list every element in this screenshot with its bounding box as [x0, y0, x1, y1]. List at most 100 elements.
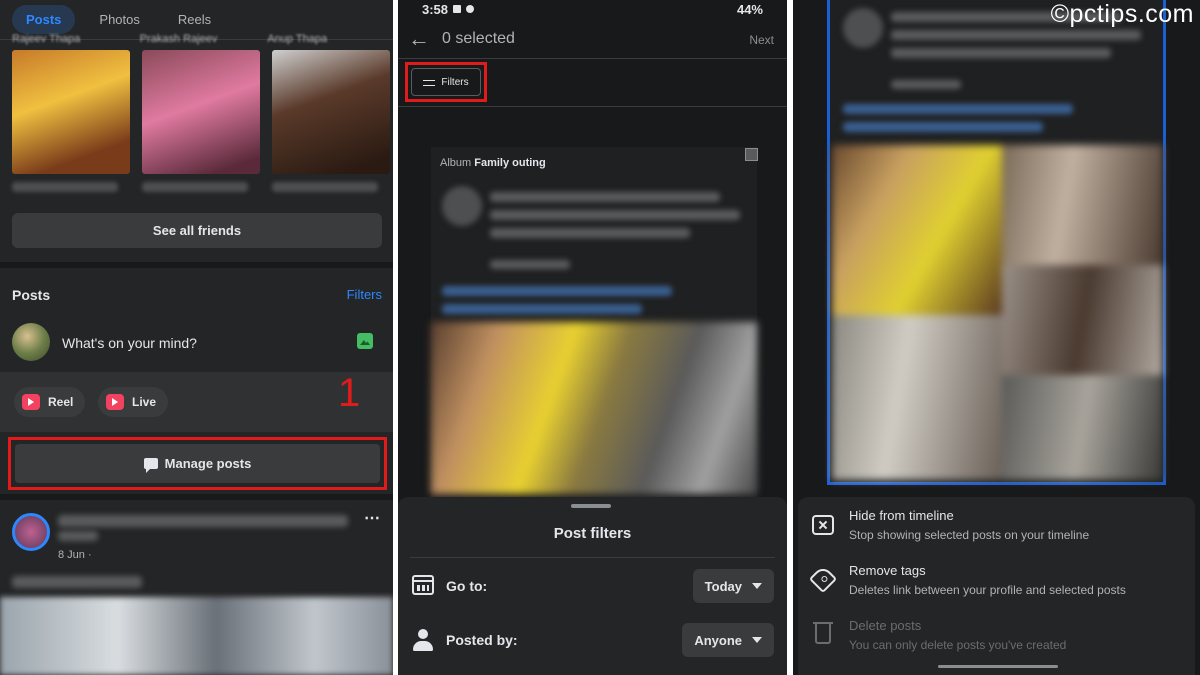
notification-icon: [453, 5, 462, 13]
friend-name: Prakash Rajeev: [139, 33, 218, 45]
posts-heading: Posts: [12, 287, 51, 303]
post-text-blurred: [490, 228, 690, 238]
toolbar-divider: [398, 106, 787, 107]
friend-name-blurred: [12, 182, 119, 192]
friends-grid: [12, 50, 390, 192]
live-button[interactable]: Live: [98, 387, 169, 417]
post-author-blurred: [58, 531, 98, 541]
post-text-blurred: [12, 576, 142, 588]
manage-posts-highlight: Manage posts: [8, 437, 387, 490]
chevron-down-icon: [752, 637, 762, 643]
action-subtitle: You can only delete posts you've created: [849, 638, 1067, 652]
mosaic-photo: [1002, 145, 1163, 265]
action-title: Delete posts: [849, 618, 922, 633]
post-author-avatar: [442, 186, 482, 226]
back-arrow-icon[interactable]: ←: [408, 26, 430, 52]
friend-name: Anup Thapa: [267, 33, 328, 45]
profile-panel: Posts Photos Reels Rajeev Thapa Prakash …: [0, 0, 393, 675]
goto-value: Today: [704, 578, 742, 594]
status-bar: 3:58 44%: [398, 0, 787, 18]
mosaic-photo: [1002, 375, 1163, 480]
chevron-down-icon: [752, 583, 762, 589]
header-divider: [398, 58, 787, 59]
post-text-blurred: [490, 260, 570, 269]
composer-input[interactable]: What's on your mind?: [62, 335, 197, 351]
live-icon: [106, 394, 124, 410]
friend-photo[interactable]: [12, 50, 130, 174]
friend-card[interactable]: [12, 50, 130, 192]
mosaic-photo: [1002, 265, 1163, 375]
sheet-title: Post filters: [553, 525, 632, 542]
more-options-icon[interactable]: ⋯: [364, 508, 381, 528]
chat-icon: [143, 458, 158, 473]
tab-reels[interactable]: Reels: [164, 5, 225, 34]
reel-label: Reel: [48, 395, 74, 409]
friend-photo[interactable]: [142, 50, 260, 174]
step-number-annotation: 1: [338, 371, 361, 415]
post-text-blurred: [843, 104, 1073, 114]
watermark: ©pctips.com: [1050, 0, 1194, 28]
post-photo[interactable]: [0, 597, 393, 675]
filters-link[interactable]: Filters: [347, 287, 382, 302]
reel-icon: [22, 394, 40, 410]
goto-dropdown[interactable]: Today: [692, 569, 774, 603]
friend-card[interactable]: [142, 50, 260, 192]
photo-icon[interactable]: [357, 333, 373, 349]
action-subtitle: Deletes link between your profile and se…: [849, 583, 1126, 597]
post-date: 8 Jun ·: [58, 549, 92, 561]
manage-posts-button[interactable]: Manage posts: [15, 444, 380, 483]
album-label: Album Family outing: [440, 157, 546, 169]
album-photo[interactable]: [431, 322, 757, 494]
album-prefix: Album: [440, 157, 472, 169]
photo-mosaic[interactable]: [832, 145, 1163, 480]
live-label: Live: [132, 395, 157, 409]
next-button[interactable]: Next: [749, 33, 774, 47]
calendar-icon: [412, 575, 434, 595]
posted-by-dropdown[interactable]: Anyone: [682, 623, 774, 657]
action-title: Remove tags: [849, 563, 926, 578]
posted-by-value: Anyone: [694, 632, 742, 648]
hide-icon: [812, 515, 834, 535]
action-title: Hide from timeline: [849, 508, 954, 523]
post-text-blurred: [891, 48, 1111, 58]
post-filters-sheet: Post filters Go to: Today Posted by: Any…: [398, 497, 787, 675]
post-text-blurred: [442, 286, 672, 296]
select-checkbox[interactable]: [745, 148, 758, 161]
tab-posts[interactable]: Posts: [12, 5, 76, 34]
tab-photos[interactable]: Photos: [85, 5, 153, 34]
section-divider: [0, 494, 393, 500]
posted-by-label: Posted by:: [446, 632, 518, 648]
post-text-blurred: [891, 30, 1141, 40]
sheet-handle[interactable]: [571, 504, 611, 508]
post-author-blurred: [58, 515, 348, 527]
post-author-avatar: [843, 8, 883, 48]
post-text-blurred: [843, 122, 1043, 132]
filters-label: Filters: [441, 76, 469, 88]
friend-name-blurred: [272, 182, 379, 192]
see-all-friends-button[interactable]: See all friends: [12, 213, 382, 248]
avatar[interactable]: [12, 323, 50, 361]
album-name: Family outing: [474, 157, 546, 169]
tag-icon: [808, 564, 838, 594]
sliders-icon: [423, 78, 436, 87]
post-text-blurred: [442, 304, 642, 314]
post-author-avatar[interactable]: [12, 513, 50, 551]
actions-sheet: Hide from timeline Stop showing selected…: [798, 497, 1195, 675]
manage-posts-panel: 3:58 44% ← 0 selected Next Filters Album…: [398, 0, 787, 675]
selection-title: 0 selected: [442, 30, 515, 47]
friend-card[interactable]: [272, 50, 390, 192]
sheet-divider: [410, 557, 775, 558]
filters-highlight: Filters: [405, 62, 487, 102]
person-icon: [413, 629, 433, 651]
filters-button[interactable]: Filters: [411, 68, 481, 96]
friend-photo[interactable]: [272, 50, 390, 174]
status-time: 3:58: [422, 1, 449, 17]
goto-label: Go to:: [446, 578, 488, 594]
post-text-blurred: [891, 80, 961, 89]
reel-button[interactable]: Reel: [14, 387, 86, 417]
mosaic-photo: [832, 315, 1002, 480]
action-subtitle: Stop showing selected posts on your time…: [849, 528, 1090, 542]
mosaic-photo: [832, 145, 1002, 315]
section-divider: [0, 262, 393, 268]
home-indicator[interactable]: [938, 665, 1058, 668]
